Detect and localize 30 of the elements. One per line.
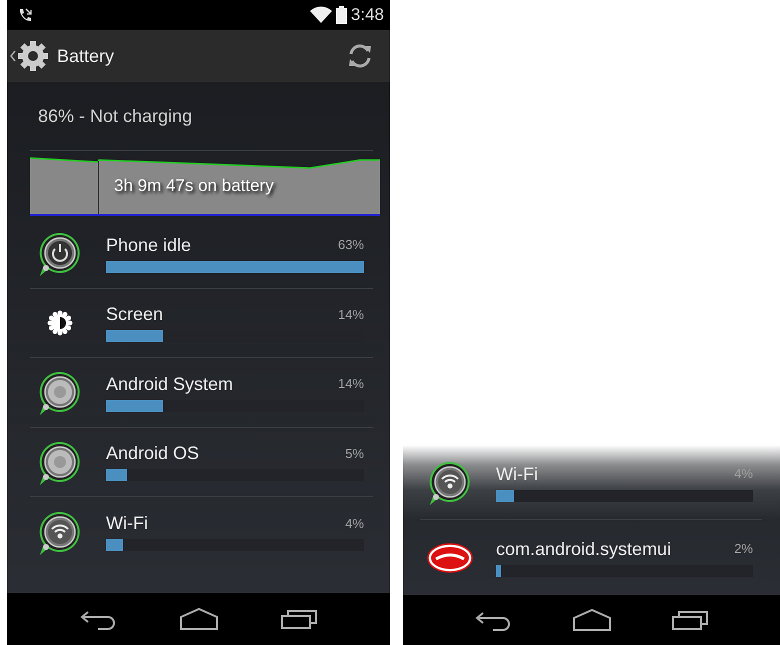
settings-icon[interactable] <box>17 40 49 72</box>
recent-apps-icon[interactable] <box>280 607 320 631</box>
usage-percent: 63% <box>338 236 364 254</box>
app-name: Screen <box>106 303 164 326</box>
usage-percent: 14% <box>338 306 364 324</box>
usage-percent: 14% <box>338 375 364 393</box>
clock: 3:48 <box>350 4 384 26</box>
battery-status: 86% - Not charging <box>30 82 373 151</box>
screen-title: Battery <box>57 44 114 68</box>
app-name: Android System <box>106 372 234 395</box>
app-name: com.android.systemui <box>496 538 672 560</box>
up-button[interactable] <box>9 40 49 72</box>
app-name: Wi-Fi <box>106 512 148 534</box>
home-icon[interactable] <box>572 608 612 632</box>
missed-call-icon <box>17 7 33 23</box>
wifi-signal-icon <box>310 6 332 24</box>
android-logo-icon <box>427 542 473 572</box>
app-name: Android OS <box>106 442 200 464</box>
battery-duration: 3h 9m 47s on battery <box>114 175 274 197</box>
app-name: Phone idle <box>106 234 192 256</box>
refresh-icon[interactable] <box>346 42 374 70</box>
home-icon[interactable] <box>178 607 218 631</box>
app-name: Wi-Fi <box>496 462 538 484</box>
recent-apps-icon[interactable] <box>670 608 710 632</box>
usage-percent: 4% <box>345 514 364 532</box>
usage-percent: 4% <box>734 464 753 483</box>
battery-icon <box>336 6 347 24</box>
usage-percent: 5% <box>345 444 364 462</box>
usage-percent: 2% <box>734 540 753 558</box>
back-caret-icon[interactable] <box>9 49 17 63</box>
